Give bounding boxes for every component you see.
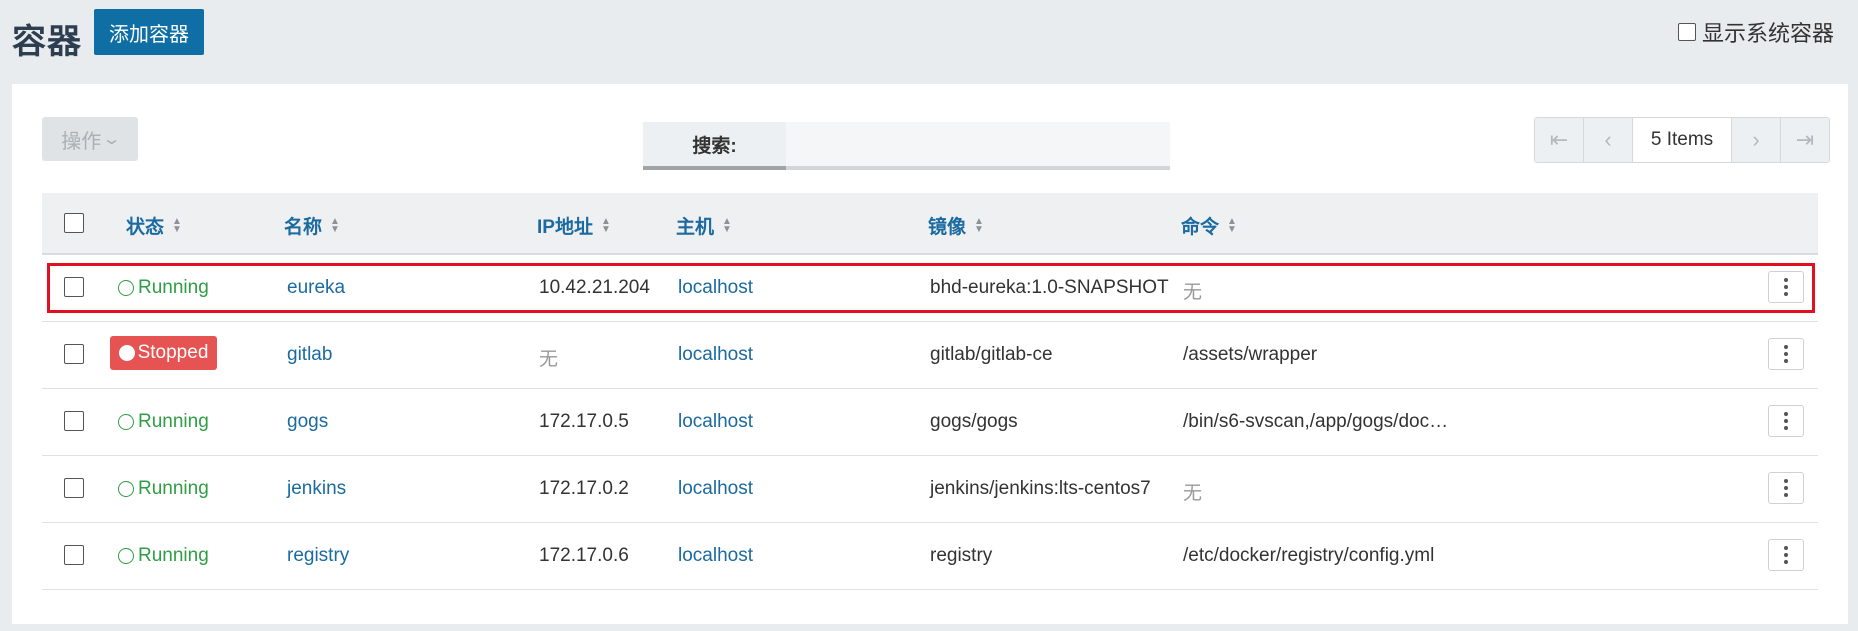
host-link[interactable]: localhost	[678, 344, 753, 366]
column-label: IP地址	[537, 217, 593, 238]
containers-panel: 操作 ⌄ 搜索: ⇤ ‹ 5 Items › ⇥ 状态 ▲ ▼ 名称 ▲ ▼ IP地…	[12, 84, 1848, 624]
page-title: 容器	[12, 23, 82, 61]
pagination: ⇤ ‹ 5 Items › ⇥	[1534, 117, 1830, 163]
actions-label: 操作	[61, 130, 102, 153]
select-all-checkbox[interactable]	[64, 213, 84, 233]
chevron-down-icon: ⌄	[101, 131, 123, 148]
image-name: registry	[930, 545, 993, 566]
ip-address: 172.17.0.5	[539, 411, 629, 432]
command: /bin/s6-svscan,/app/gogs/doc…	[1183, 411, 1449, 432]
row-checkbox[interactable]	[64, 411, 84, 431]
status-badge: Stopped	[110, 336, 217, 370]
sort-icon: ▲ ▼	[974, 215, 984, 235]
image-name: jenkins/jenkins:lts-centos7	[930, 478, 1151, 499]
column-label: 镜像	[928, 217, 967, 238]
status-badge: Running	[118, 478, 209, 500]
search-label: 搜索:	[643, 122, 786, 170]
table-row[interactable]: Stopped gitlab 无 localhost gitlab/gitlab…	[42, 322, 1818, 389]
item-count: 5 Items	[1633, 118, 1732, 162]
container-name-link[interactable]: jenkins	[287, 478, 346, 500]
host-link[interactable]: localhost	[678, 411, 753, 433]
show-system-containers-toggle[interactable]: 显示系统容器	[1677, 16, 1834, 48]
command: /assets/wrapper	[1183, 344, 1318, 365]
more-vertical-icon[interactable]	[1768, 539, 1804, 571]
sort-icon: ▲ ▼	[600, 215, 611, 235]
container-name-link[interactable]: registry	[287, 545, 349, 567]
command: 无	[1183, 282, 1203, 303]
command: 无	[1183, 483, 1203, 504]
image-name: gitlab/gitlab-ce	[930, 344, 1053, 365]
container-name-link[interactable]: gitlab	[287, 344, 332, 366]
running-icon	[118, 548, 134, 564]
column-label: 命令	[1181, 217, 1220, 238]
more-vertical-icon[interactable]	[1768, 338, 1804, 370]
ip-address: 172.17.0.2	[539, 478, 629, 499]
more-vertical-icon[interactable]	[1768, 472, 1804, 504]
running-icon	[118, 280, 134, 296]
row-checkbox[interactable]	[64, 478, 84, 498]
host-link[interactable]: localhost	[678, 478, 753, 500]
host-link[interactable]: localhost	[678, 277, 753, 299]
sort-icon: ▲ ▼	[1227, 215, 1237, 235]
table-header: 状态 ▲ ▼ 名称 ▲ ▼ IP地址 ▲ ▼ 主机 ▲ ▼ 镜像 ▲ ▼ 命令 ▲ ▼	[42, 193, 1818, 255]
first-page-icon[interactable]: ⇤	[1535, 118, 1584, 162]
column-ip[interactable]: IP地址 ▲ ▼	[537, 212, 611, 239]
search-box: 搜索:	[643, 122, 1170, 170]
add-container-button[interactable]: 添加容器	[94, 9, 204, 55]
last-page-icon[interactable]: ⇥	[1781, 118, 1829, 162]
status-badge: Running	[118, 545, 209, 567]
status-text: Stopped	[137, 342, 209, 363]
row-checkbox[interactable]	[64, 344, 84, 364]
table-row[interactable]: Running eureka 10.42.21.204 localhost bh…	[42, 255, 1818, 322]
search-input[interactable]	[786, 122, 1170, 170]
status-text: Running	[138, 411, 209, 432]
actions-dropdown[interactable]: 操作 ⌄	[42, 117, 138, 161]
status-badge: Running	[118, 277, 209, 299]
column-image[interactable]: 镜像 ▲ ▼	[928, 212, 984, 239]
image-name: bhd-eureka:1.0-SNAPSHOT	[930, 277, 1169, 298]
table-row[interactable]: Running gogs 172.17.0.5 localhost gogs/g…	[42, 389, 1818, 456]
table-row[interactable]: Running jenkins 172.17.0.2 localhost jen…	[42, 456, 1818, 523]
ip-address: 172.17.0.6	[539, 545, 629, 566]
show-system-label: 显示系统容器	[1701, 21, 1834, 46]
column-name[interactable]: 名称 ▲ ▼	[284, 212, 340, 239]
row-checkbox[interactable]	[64, 545, 84, 565]
container-name-link[interactable]: gogs	[287, 411, 328, 433]
more-vertical-icon[interactable]	[1768, 271, 1804, 303]
column-status[interactable]: 状态 ▲ ▼	[126, 212, 182, 239]
column-label: 状态	[126, 217, 165, 238]
status-text: Running	[138, 478, 209, 499]
sort-icon: ▲ ▼	[172, 215, 182, 235]
ip-address: 10.42.21.204	[539, 277, 650, 298]
top-bar: 容器 添加容器 显示系统容器	[0, 0, 1858, 78]
image-name: gogs/gogs	[930, 411, 1018, 432]
column-label: 名称	[284, 217, 323, 238]
status-text: Running	[138, 277, 209, 298]
prev-page-icon[interactable]: ‹	[1584, 118, 1633, 162]
command: /etc/docker/registry/config.yml	[1183, 545, 1435, 566]
status-text: Running	[138, 545, 209, 566]
column-label: 主机	[676, 217, 715, 238]
status-badge: Running	[118, 411, 209, 433]
row-checkbox[interactable]	[64, 277, 84, 297]
sort-icon: ▲ ▼	[722, 215, 732, 235]
running-icon	[118, 414, 134, 430]
column-command[interactable]: 命令 ▲ ▼	[1181, 212, 1237, 239]
ip-address: 无	[539, 349, 559, 370]
running-icon	[118, 481, 134, 497]
next-page-icon[interactable]: ›	[1732, 118, 1781, 162]
stopped-icon	[118, 345, 135, 361]
table-row[interactable]: Running registry 172.17.0.6 localhost re…	[42, 523, 1818, 590]
host-link[interactable]: localhost	[678, 545, 753, 567]
sort-icon: ▲ ▼	[330, 215, 340, 235]
container-name-link[interactable]: eureka	[287, 277, 345, 299]
show-system-checkbox[interactable]	[1677, 23, 1696, 41]
column-host[interactable]: 主机 ▲ ▼	[676, 212, 732, 239]
more-vertical-icon[interactable]	[1768, 405, 1804, 437]
